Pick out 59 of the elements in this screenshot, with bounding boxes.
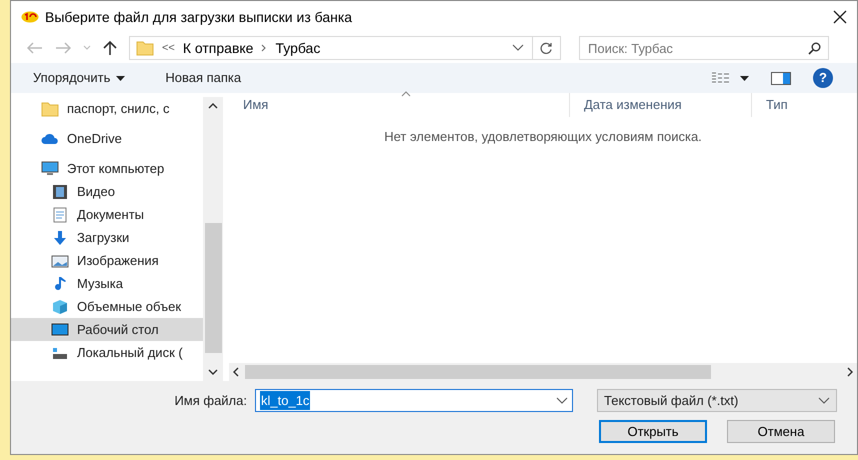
window-title: Выберите файл для загрузки выписки из банка <box>45 8 354 27</box>
document-icon <box>51 206 69 222</box>
chevron-right-icon <box>261 44 268 52</box>
filename-field[interactable]: kl_to_1c <box>255 389 573 412</box>
up-arrow-icon[interactable] <box>103 40 117 56</box>
column-header[interactable]: Дата изменения <box>569 93 751 117</box>
column-header[interactable]: Тип <box>751 93 857 117</box>
chevron-right-icon[interactable] <box>847 367 853 377</box>
chevron-down-icon[interactable] <box>512 44 524 52</box>
vertical-scrollbar[interactable] <box>203 97 223 381</box>
desktop-icon <box>51 322 69 338</box>
open-button[interactable]: Открыть <box>599 420 707 443</box>
view-list-icon[interactable] <box>712 72 730 84</box>
caret-icon[interactable] <box>740 76 749 80</box>
down-arrow-icon <box>51 230 69 246</box>
cube-icon <box>51 298 69 314</box>
address-bar[interactable]: << К отправке Турбас <box>129 36 561 60</box>
scrollbar-thumb[interactable] <box>245 365 711 379</box>
breadcrumb[interactable]: К отправке <box>182 38 254 58</box>
sidebar-item[interactable]: Документы <box>11 203 203 226</box>
folder-icon <box>41 100 59 116</box>
sidebar-item[interactable]: Видео <box>11 180 203 203</box>
chevron-left-icon[interactable] <box>233 367 239 377</box>
filename-label: Имя файла: <box>174 392 247 410</box>
preview-pane-icon[interactable] <box>771 72 791 84</box>
filetype-dropdown[interactable]: Текстовый файл (*.txt) <box>597 389 837 412</box>
sort-caret-icon <box>401 91 411 97</box>
sidebar-item[interactable]: Локальный диск ( <box>11 341 203 364</box>
empty-message: Нет элементов, удовлетворяющих условиям поиска. <box>384 128 702 146</box>
organize-button[interactable]: Упорядочить <box>33 68 126 88</box>
search-field[interactable]: Поиск: Турбас <box>579 36 829 60</box>
sidebar-item[interactable]: паспорт, снилс, с <box>11 97 203 120</box>
chevron-down-icon[interactable] <box>556 396 568 404</box>
chevron-up-icon[interactable] <box>208 103 218 109</box>
scrollbar-thumb[interactable] <box>204 223 222 353</box>
help-button[interactable]: ? <box>813 68 833 88</box>
folder-icon <box>136 40 154 56</box>
sidebar-item[interactable]: OneDrive <box>11 127 203 150</box>
overflow-chevrons[interactable]: << <box>162 40 175 56</box>
close-icon[interactable] <box>833 10 847 24</box>
sidebar-item[interactable]: Этот компьютер <box>11 157 203 180</box>
refresh-icon[interactable] <box>540 42 553 54</box>
cancel-button[interactable]: Отмена <box>727 420 835 443</box>
column-header[interactable]: Имя <box>229 93 569 117</box>
chevron-down-icon[interactable] <box>208 369 218 375</box>
new-folder-button[interactable]: Новая папка <box>165 68 242 88</box>
caret-icon <box>116 76 126 80</box>
sidebar-item[interactable]: Изображения <box>11 249 203 272</box>
app-logo-icon <box>21 11 39 23</box>
chevron-down-icon <box>818 396 830 404</box>
sidebar-item[interactable]: Загрузки <box>11 226 203 249</box>
sidebar-item[interactable]: Рабочий стол <box>11 318 203 341</box>
search-icon <box>808 42 821 54</box>
sidebar-item[interactable]: Объемные объек <box>11 295 203 318</box>
breadcrumb[interactable]: Турбас <box>275 38 320 58</box>
monitor-icon <box>41 160 59 176</box>
sidebar-item[interactable]: Музыка <box>11 272 203 295</box>
picture-icon <box>51 252 69 268</box>
horizontal-scrollbar[interactable] <box>229 363 857 381</box>
